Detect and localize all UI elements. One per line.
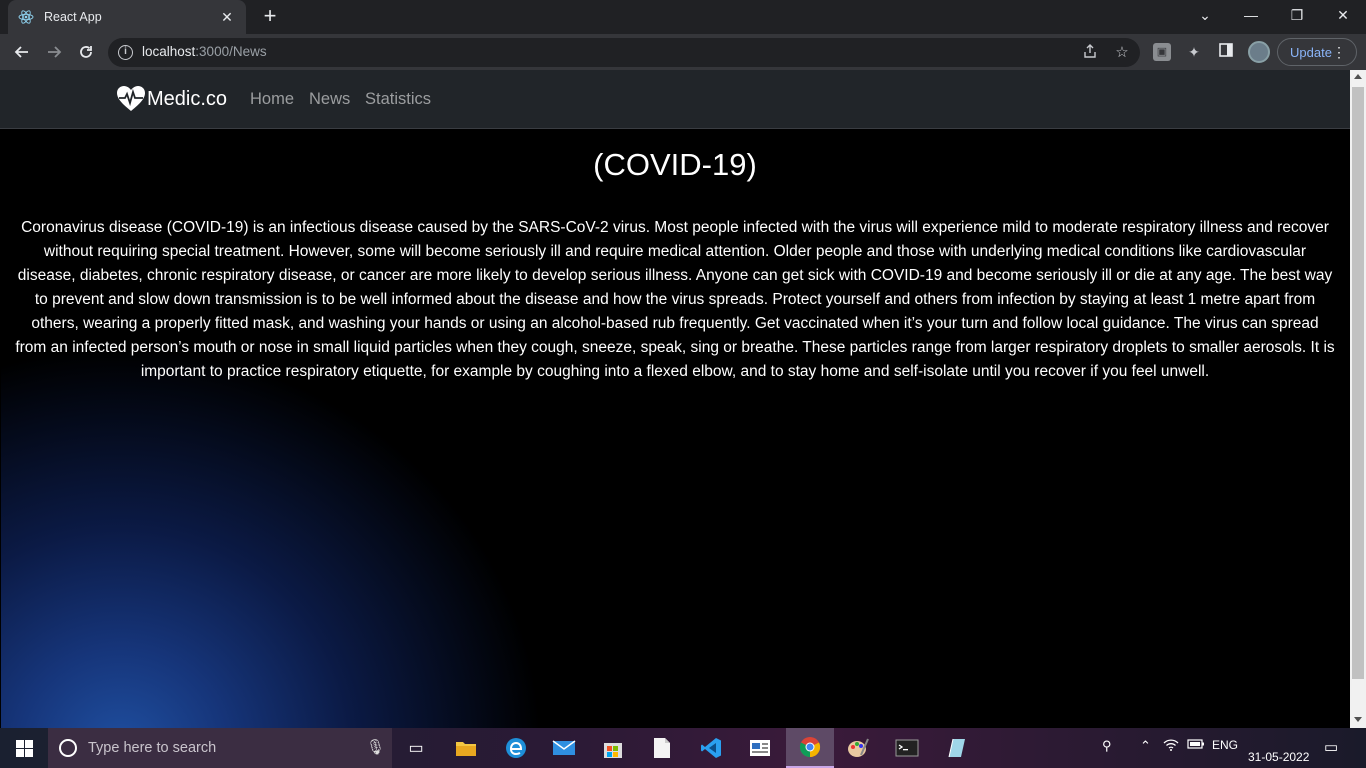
people-icon[interactable]: ⚲ — [1102, 738, 1112, 754]
nav-link-home[interactable]: Home — [250, 90, 294, 109]
tab-search-icon[interactable]: ⌄ — [1182, 0, 1228, 30]
heart-pulse-icon — [117, 86, 145, 111]
side-panel-icon[interactable] — [1217, 43, 1235, 61]
minimize-button[interactable]: — — [1228, 0, 1274, 30]
taskbar-search-box[interactable]: Type here to search 🎙 — [48, 728, 392, 768]
vscode-icon[interactable] — [687, 728, 735, 768]
url-text: localhost:3000/News — [142, 44, 267, 59]
restore-button[interactable]: ❐ — [1274, 0, 1320, 30]
address-bar[interactable]: i localhost:3000/News ☆ — [108, 38, 1140, 67]
language-indicator[interactable]: ENG — [1212, 738, 1238, 752]
notepad-icon[interactable] — [638, 728, 686, 768]
brand[interactable]: Medic.co — [116, 84, 227, 114]
article-title: (COVID-19) — [593, 147, 757, 182]
scroll-down-arrow-icon[interactable] — [1354, 717, 1362, 722]
windows-start-icon[interactable] — [0, 728, 48, 768]
article-body: Coronavirus disease (COVID-19) is an inf… — [15, 219, 1335, 380]
brand-name: Medic.co — [147, 87, 228, 110]
task-view-icon[interactable]: ▭ — [392, 728, 440, 768]
nav-link-news[interactable]: News — [309, 90, 350, 109]
article-container: (COVID-19) Coronavirus disease (COVID-19… — [1, 129, 1349, 728]
url-path: :3000/News — [195, 44, 267, 59]
scroll-thumb[interactable] — [1352, 87, 1364, 679]
menu-icon[interactable]: ⋮ — [1332, 44, 1346, 61]
update-button[interactable]: Update ⋮ — [1277, 38, 1357, 66]
nav-link-statistics[interactable]: Statistics — [365, 90, 431, 109]
chrome-icon[interactable] — [786, 728, 834, 768]
microphone-icon[interactable]: 🎙 — [366, 738, 385, 756]
forward-icon[interactable] — [40, 38, 68, 66]
tab-close-icon[interactable]: ✕ — [218, 9, 236, 26]
search-placeholder: Type here to search — [88, 740, 217, 756]
store-icon[interactable] — [589, 728, 637, 768]
page-viewport: Medic.co Home News Statistics (COVID-19)… — [0, 70, 1350, 728]
windows-taskbar: Type here to search 🎙 ▭ ⚲ ⌃ ENG 31-05-20… — [0, 728, 1366, 768]
taskbar-clock[interactable]: 31-05-2022 — [1248, 736, 1309, 764]
notes-app-icon[interactable] — [932, 728, 980, 768]
react-icon — [18, 9, 34, 25]
notifications-icon[interactable]: ▭ — [1324, 738, 1338, 756]
taskbar-date: 31-05-2022 — [1248, 750, 1310, 764]
battery-icon[interactable] — [1187, 738, 1205, 753]
extensions-puzzle-icon[interactable]: ✦ — [1185, 43, 1203, 61]
file-explorer-icon[interactable] — [442, 728, 490, 768]
close-window-button[interactable]: ✕ — [1320, 0, 1366, 30]
update-label: Update — [1290, 44, 1332, 60]
browser-tab[interactable]: React App ✕ — [8, 0, 246, 34]
search-icon — [59, 739, 77, 757]
share-icon[interactable] — [1080, 43, 1100, 63]
bookmark-star-icon[interactable]: ☆ — [1112, 43, 1132, 63]
mail-icon[interactable] — [540, 728, 588, 768]
url-host: localhost — [142, 44, 196, 59]
edge-icon[interactable] — [492, 728, 540, 768]
paint-icon[interactable] — [834, 728, 882, 768]
browser-tabstrip: React App ✕ + ⌄ — ❐ ✕ — [0, 0, 1366, 34]
scroll-up-arrow-icon[interactable] — [1354, 74, 1362, 79]
profile-avatar[interactable] — [1248, 41, 1270, 63]
terminal-icon[interactable] — [883, 728, 931, 768]
network-icon[interactable] — [1163, 738, 1179, 755]
back-icon[interactable] — [8, 38, 36, 66]
browser-toolbar: i localhost:3000/News ☆ ▣ ✦ Update ⋮ — [0, 34, 1366, 70]
reload-icon[interactable] — [72, 38, 100, 66]
extension-icon[interactable]: ▣ — [1153, 43, 1171, 61]
site-info-icon[interactable]: i — [118, 45, 133, 60]
news-app-icon[interactable] — [736, 728, 784, 768]
new-tab-button[interactable]: + — [258, 5, 282, 29]
site-navbar: Medic.co Home News Statistics — [0, 70, 1350, 129]
page-scrollbar[interactable] — [1350, 70, 1366, 728]
tab-title: React App — [44, 10, 102, 24]
show-hidden-icons-chevron-icon[interactable]: ⌃ — [1140, 738, 1151, 754]
